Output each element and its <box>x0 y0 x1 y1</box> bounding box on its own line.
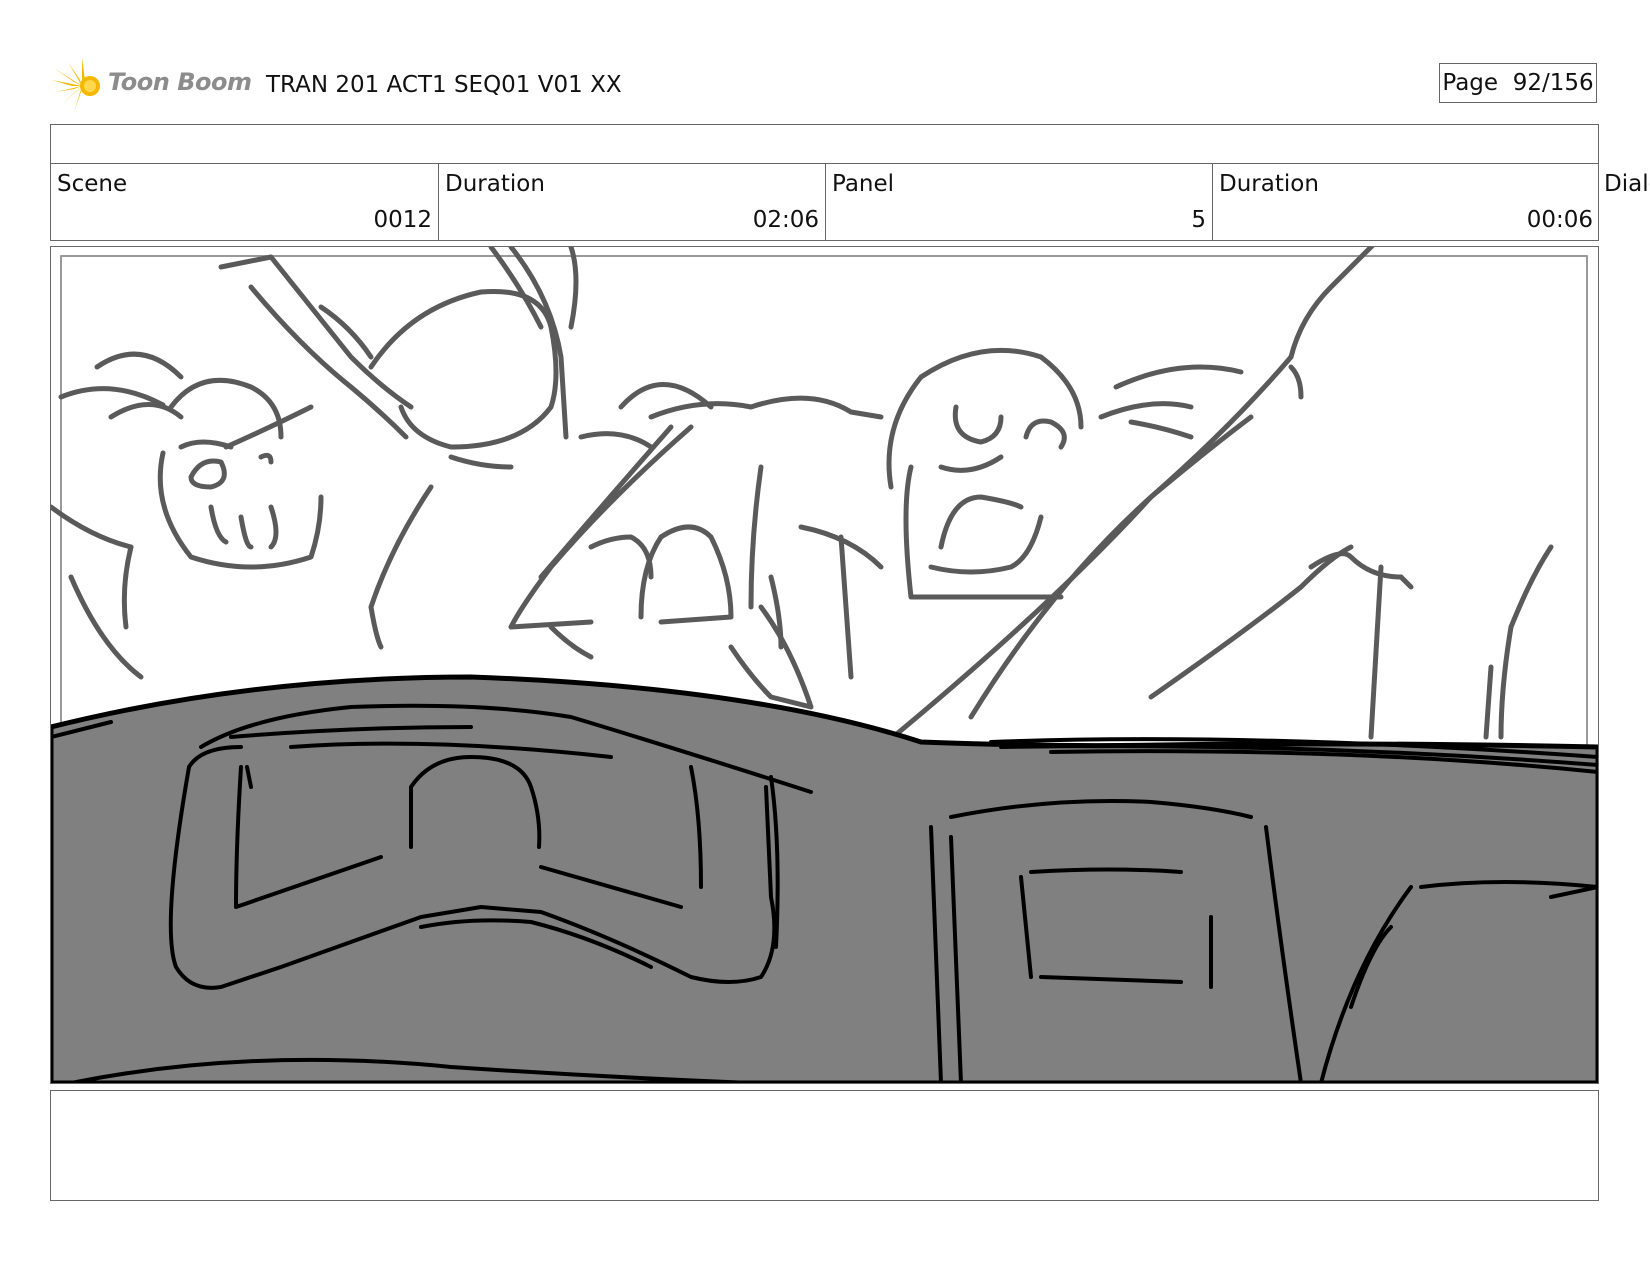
foreground-dashboard <box>51 674 1598 1083</box>
storyboard-panel <box>50 246 1599 1084</box>
panel-sketch <box>51 247 1598 1083</box>
panel-duration-cell: Duration 00:06 <box>1212 163 1599 240</box>
logo-text: Toon Boom <box>108 68 252 96</box>
scene-duration-label: Duration <box>445 171 545 197</box>
panel-cell: Panel 5 <box>825 163 1212 240</box>
top-strip <box>50 124 1599 164</box>
page-label: Page <box>1442 70 1499 96</box>
panel-duration-value: 00:06 <box>1526 207 1593 233</box>
dialog-label: Dialog <box>1604 171 1650 197</box>
info-row: Scene 0012 Duration 02:06 Panel 5 Durati… <box>50 163 1599 241</box>
scene-duration-cell: Duration 02:06 <box>438 163 825 240</box>
scene-cell: Scene 0012 <box>51 163 438 240</box>
scene-label: Scene <box>57 171 128 197</box>
toon-boom-logo: Toon Boom <box>52 58 252 114</box>
panel-notes-box <box>50 1090 1599 1201</box>
scene-duration-value: 02:06 <box>752 207 819 233</box>
panel-label: Panel <box>832 171 895 197</box>
panel-value: 5 <box>1191 207 1206 233</box>
page-number: 92/156 <box>1512 70 1594 96</box>
page-indicator: Page 92/156 <box>1439 63 1597 103</box>
panel-duration-label: Duration <box>1219 171 1319 197</box>
document-title: TRAN 201 ACT1 SEQ01 V01 XX <box>266 72 622 98</box>
toon-boom-starburst-icon <box>52 58 100 112</box>
scene-value: 0012 <box>373 207 432 233</box>
